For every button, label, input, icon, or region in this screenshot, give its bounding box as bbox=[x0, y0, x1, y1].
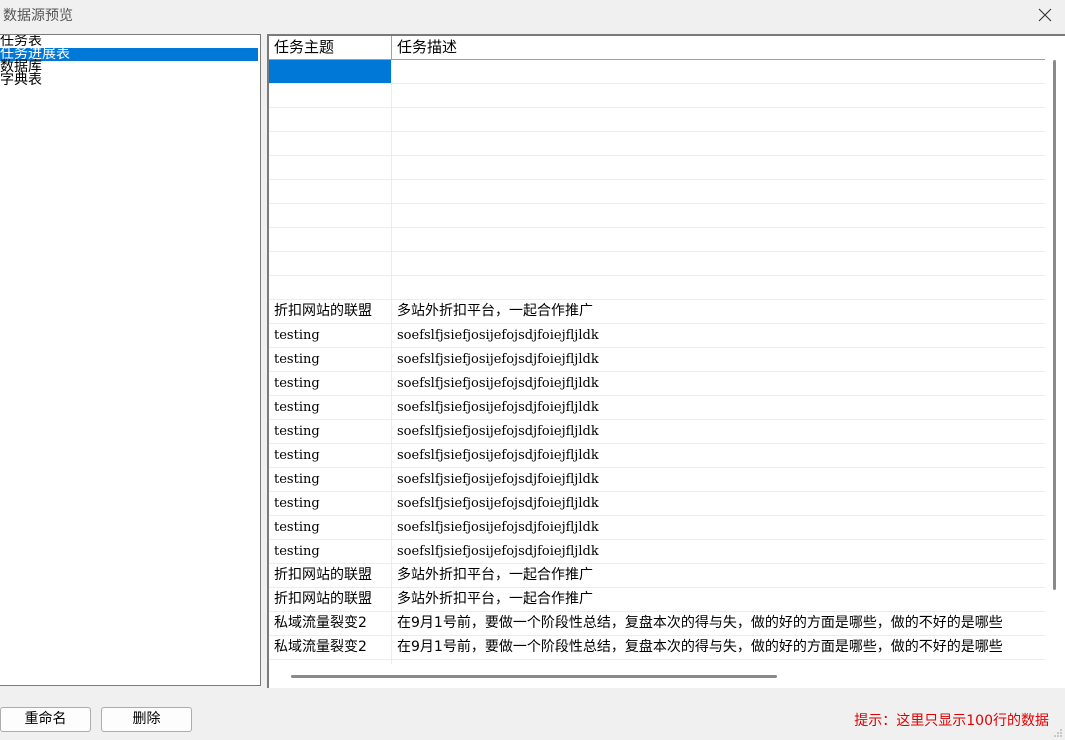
cell-description[interactable] bbox=[392, 108, 1045, 131]
cell-topic[interactable] bbox=[269, 132, 392, 155]
cell-description[interactable] bbox=[392, 180, 1045, 203]
cell-description[interactable]: 在9月1号前，要做一个阶段性总结，复盘本次的得与失，做的好的方面是哪些，做的不好… bbox=[392, 636, 1045, 659]
table-row[interactable]: testingsoefslfjsiefjosijefojsdjfoiejfljl… bbox=[269, 348, 1045, 372]
table-row[interactable] bbox=[269, 204, 1045, 228]
cell-topic[interactable]: testing bbox=[269, 372, 392, 395]
cell-description[interactable] bbox=[392, 60, 1045, 83]
table-row[interactable]: testingsoefslfjsiefjosijefojsdjfoiejfljl… bbox=[269, 444, 1045, 468]
cell-description[interactable]: 多站外折扣平台，一起合作推广 bbox=[392, 588, 1045, 611]
table-row[interactable]: 折扣网站的联盟 多站外折扣平台，一起合作推广 bbox=[269, 564, 1045, 588]
cell-topic[interactable] bbox=[269, 60, 392, 83]
cell-description[interactable] bbox=[392, 252, 1045, 275]
cell-topic[interactable]: 折扣网站的联盟 bbox=[269, 300, 392, 323]
cell-topic[interactable] bbox=[269, 252, 392, 275]
table-row[interactable]: testingsoefslfjsiefjosijefojsdjfoiejfljl… bbox=[269, 492, 1045, 516]
title-bar: 数据源预览 bbox=[0, 0, 1065, 30]
cell-topic[interactable]: 折扣网站的联盟 bbox=[269, 588, 392, 611]
cell-description[interactable] bbox=[392, 204, 1045, 227]
data-grid: 任务主题 任务描述 折扣网站的联盟 多站外折扣平台，一起合作推广 testing so… bbox=[267, 34, 1065, 688]
table-row[interactable]: testingsoefslfjsiefjosijefojsdjfoiejfljl… bbox=[269, 396, 1045, 420]
vertical-scrollbar[interactable] bbox=[1045, 58, 1065, 668]
table-row[interactable] bbox=[269, 276, 1045, 300]
table-row[interactable]: 折扣网站的联盟 多站外折扣平台，一起合作推广 bbox=[269, 588, 1045, 612]
cell-topic[interactable]: testing bbox=[269, 492, 392, 515]
vertical-scrollbar-thumb[interactable] bbox=[1053, 60, 1056, 590]
cell-description[interactable]: soefslfjsiefjosijefojsdjfoiejfljldk bbox=[392, 396, 1045, 419]
cell-topic[interactable] bbox=[269, 108, 392, 131]
cell-topic[interactable] bbox=[269, 156, 392, 179]
cell-description[interactable]: soefslfjsiefjosijefojsdjfoiejfljldk bbox=[392, 444, 1045, 467]
table-row[interactable]: 折扣网站的联盟 多站外折扣平台，一起合作推广 bbox=[269, 300, 1045, 324]
table-row[interactable] bbox=[269, 132, 1045, 156]
cell-description[interactable]: soefslfjsiefjosijefojsdjfoiejfljldk bbox=[392, 348, 1045, 371]
horizontal-scrollbar[interactable] bbox=[269, 664, 1065, 688]
close-button[interactable] bbox=[1025, 0, 1065, 30]
cell-description[interactable] bbox=[392, 84, 1045, 107]
table-row[interactable] bbox=[269, 252, 1045, 276]
cell-description[interactable]: 多站外折扣平台，一起合作推广 bbox=[392, 300, 1045, 323]
cell-topic[interactable] bbox=[269, 204, 392, 227]
cell-description[interactable]: soefslfjsiefjosijefojsdjfoiejfljldk bbox=[392, 324, 1045, 347]
column-header-description[interactable]: 任务描述 bbox=[392, 36, 1045, 59]
cell-topic[interactable]: 私域流量裂变2 bbox=[269, 636, 392, 659]
cell-topic[interactable]: testing bbox=[269, 444, 392, 467]
hint-text: 提示：这里只显示100行的数据 bbox=[854, 713, 1049, 729]
cell-description[interactable]: soefslfjsiefjosijefojsdjfoiejfljldk bbox=[392, 492, 1045, 515]
cell-description[interactable] bbox=[392, 156, 1045, 179]
cell-description[interactable] bbox=[392, 132, 1045, 155]
grid-body: 折扣网站的联盟 多站外折扣平台，一起合作推广 testing soefslfjsief… bbox=[269, 60, 1045, 664]
grid-header: 任务主题 任务描述 bbox=[269, 36, 1045, 60]
table-row[interactable]: testingsoefslfjsiefjosijefojsdjfoiejfljl… bbox=[269, 468, 1045, 492]
column-header-topic[interactable]: 任务主题 bbox=[269, 36, 392, 59]
table-row[interactable]: testingsoefslfjsiefjosijefojsdjfoiejfljl… bbox=[269, 420, 1045, 444]
cell-topic[interactable]: testing bbox=[269, 468, 392, 491]
table-row[interactable]: 私域流量裂变2 在9月1号前，要做一个阶段性总结，复盘本次的得与失，做的好的方面是… bbox=[269, 636, 1045, 660]
cell-description[interactable]: soefslfjsiefjosijefojsdjfoiejfljldk bbox=[392, 420, 1045, 443]
cell-topic[interactable]: testing bbox=[269, 516, 392, 539]
cell-description[interactable]: 多站外折扣平台，一起合作推广 bbox=[392, 564, 1045, 587]
rename-button[interactable]: 重命名 bbox=[0, 707, 91, 732]
table-row[interactable] bbox=[269, 156, 1045, 180]
table-row[interactable] bbox=[269, 228, 1045, 252]
table-row[interactable]: testingsoefslfjsiefjosijefojsdjfoiejfljl… bbox=[269, 372, 1045, 396]
window-title: 数据源预览 bbox=[3, 8, 73, 24]
cell-topic[interactable] bbox=[269, 276, 392, 299]
cell-topic[interactable]: testing bbox=[269, 324, 392, 347]
cell-topic[interactable]: testing bbox=[269, 540, 392, 563]
table-row[interactable]: 私域流量裂变2 在9月1号前，要做一个阶段性总结，复盘本次的得与失，做的好的方面是… bbox=[269, 612, 1045, 636]
cell-topic[interactable] bbox=[269, 84, 392, 107]
table-row[interactable] bbox=[269, 60, 1045, 84]
cell-description[interactable]: 在9月1号前，要做一个阶段性总结，复盘本次的得与失，做的好的方面是哪些，做的不好… bbox=[392, 612, 1045, 635]
cell-description[interactable]: soefslfjsiefjosijefojsdjfoiejfljldk bbox=[392, 516, 1045, 539]
cell-topic[interactable]: 折扣网站的联盟 bbox=[269, 564, 392, 587]
table-row[interactable]: testingsoefslfjsiefjosijefojsdjfoiejfljl… bbox=[269, 324, 1045, 348]
delete-button[interactable]: 删除 bbox=[101, 707, 192, 732]
resize-grip-icon[interactable] bbox=[1053, 728, 1063, 738]
preview-dialog: 数据源预览 任务表 任务进展表 数据库 字典表 任务主题 任务描述 折扣网站的联盟 多站… bbox=[0, 0, 1065, 740]
cell-description[interactable] bbox=[392, 228, 1045, 251]
cell-topic[interactable] bbox=[269, 228, 392, 251]
table-row[interactable] bbox=[269, 84, 1045, 108]
cell-description[interactable] bbox=[392, 276, 1045, 299]
cell-description[interactable]: soefslfjsiefjosijefojsdjfoiejfljldk bbox=[392, 468, 1045, 491]
horizontal-scrollbar-thumb[interactable] bbox=[291, 675, 777, 678]
table-row[interactable] bbox=[269, 180, 1045, 204]
close-icon bbox=[1038, 8, 1052, 22]
table-tree-list[interactable]: 任务表 任务进展表 数据库 字典表 bbox=[0, 34, 261, 686]
table-row[interactable]: testingsoefslfjsiefjosijefojsdjfoiejfljl… bbox=[269, 516, 1045, 540]
cell-topic[interactable] bbox=[269, 180, 392, 203]
cell-topic[interactable]: testing bbox=[269, 348, 392, 371]
table-row[interactable] bbox=[269, 108, 1045, 132]
cell-topic[interactable]: testing bbox=[269, 420, 392, 443]
cell-topic[interactable]: 私域流量裂变2 bbox=[269, 612, 392, 635]
cell-description[interactable]: soefslfjsiefjosijefojsdjfoiejfljldk bbox=[392, 372, 1045, 395]
table-row[interactable]: testingsoefslfjsiefjosijefojsdjfoiejfljl… bbox=[269, 540, 1045, 564]
tree-item[interactable]: 字典表 bbox=[0, 73, 258, 87]
cell-topic[interactable]: testing bbox=[269, 396, 392, 419]
cell-description[interactable]: soefslfjsiefjosijefojsdjfoiejfljldk bbox=[392, 540, 1045, 563]
